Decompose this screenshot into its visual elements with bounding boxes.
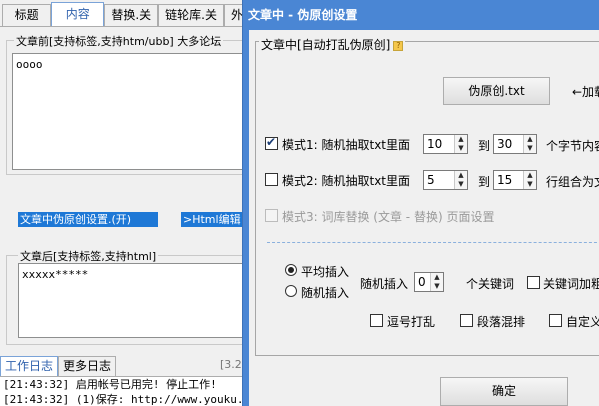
paragraph-mix-checkbox[interactable] bbox=[460, 314, 473, 327]
help-icon[interactable]: ? bbox=[393, 40, 404, 51]
chevron-down-icon[interactable]: ▼ bbox=[455, 180, 467, 189]
keyword-count-value: 0 bbox=[418, 275, 426, 289]
stepper-arrows[interactable]: ▲ ▼ bbox=[523, 171, 536, 189]
log-tabbar: 工作日志 更多日志 bbox=[0, 356, 117, 376]
mode1-from-stepper[interactable]: 10 ▲ ▼ bbox=[423, 134, 468, 154]
section-divider bbox=[267, 242, 599, 243]
log-line: [21:43:32] (1)保存: http://www.youku.co bbox=[3, 393, 250, 406]
radio-average-insert[interactable] bbox=[285, 264, 297, 276]
paragraph-mix-label: 段落混排 bbox=[477, 315, 526, 329]
dialog-title[interactable]: 文章中 - 伪原创设置 bbox=[243, 0, 599, 30]
mode1-from-value: 10 bbox=[427, 137, 443, 151]
version-label: [3.2 bbox=[220, 358, 242, 371]
chevron-down-icon[interactable]: ▼ bbox=[431, 282, 443, 291]
custom-label: 自定义 bbox=[566, 315, 599, 329]
ok-button[interactable]: 确定 bbox=[440, 377, 568, 406]
mode1-to-label: 到 bbox=[478, 139, 491, 153]
fieldset-legend-text: 文章中[自动打乱伪原创] bbox=[261, 38, 391, 52]
chevron-up-icon[interactable]: ▲ bbox=[524, 171, 536, 180]
dialog-body: 文章中[自动打乱伪原创]? 伪原创.txt ←加载 模式1: 随机抽取txt里面… bbox=[243, 30, 599, 406]
chevron-up-icon[interactable]: ▲ bbox=[431, 273, 443, 282]
mode2-from-value: 5 bbox=[427, 173, 435, 187]
mode1-to-stepper[interactable]: 30 ▲ ▼ bbox=[493, 134, 537, 154]
mode3-checkbox[interactable] bbox=[265, 209, 278, 222]
before-article-label: 文章前[支持标签,支持htm/ubb] 大多论坛 bbox=[14, 33, 224, 49]
chevron-down-icon[interactable]: ▼ bbox=[455, 144, 467, 153]
tab-replace[interactable]: 替换.关 bbox=[104, 4, 159, 26]
load-hint-label: ←加载 bbox=[572, 85, 599, 99]
load-file-button[interactable]: 伪原创.txt bbox=[443, 77, 550, 105]
tab-title[interactable]: 标题 bbox=[2, 4, 52, 26]
before-article-textarea[interactable]: oooo bbox=[12, 53, 250, 170]
keyword-bold-label: 关键词加粗 bbox=[543, 277, 599, 291]
random-insert-label: 随机插入 bbox=[360, 277, 409, 291]
custom-checkbox[interactable] bbox=[549, 314, 562, 327]
comma-shuffle-checkbox[interactable] bbox=[370, 314, 383, 327]
radio-random-insert[interactable] bbox=[285, 285, 297, 297]
mode2-to-value: 15 bbox=[497, 173, 513, 187]
log-list: [21:43:32] 启用帐号已用完! 停止工作! [21:43:32] (1)… bbox=[0, 376, 250, 406]
content-tabbar: 标题 内容 替换.关 链轮库.关 外 bbox=[0, 2, 250, 26]
radio-average-label: 平均插入 bbox=[301, 265, 350, 279]
chevron-up-icon[interactable]: ▲ bbox=[455, 171, 467, 180]
tab-divider bbox=[0, 26, 250, 27]
stepper-arrows[interactable]: ▲ ▼ bbox=[430, 273, 443, 291]
mode1-suffix-label: 个字节内容 bbox=[546, 139, 599, 153]
mode1-checkbox[interactable] bbox=[265, 135, 278, 150]
keyword-count-stepper[interactable]: 0 ▲ ▼ bbox=[414, 272, 444, 292]
main-window-background: 标题 内容 替换.关 链轮库.关 外 文章前[支持标签,支持htm/ubb] 大… bbox=[0, 0, 250, 406]
mode3-label: 模式3: 词库替换 (文章 - 替换) 页面设置 bbox=[282, 210, 495, 224]
radio-random-label: 随机插入 bbox=[301, 286, 350, 300]
mode2-label: 模式2: 随机抽取txt里面 bbox=[282, 174, 411, 188]
mode2-checkbox[interactable] bbox=[265, 173, 278, 186]
chevron-down-icon[interactable]: ▼ bbox=[524, 180, 536, 189]
after-article-label: 文章后[支持标签,支持html] bbox=[18, 248, 159, 264]
html-editor-button[interactable]: >Html编辑 bbox=[181, 212, 250, 227]
mode2-to-stepper[interactable]: 15 ▲ ▼ bbox=[493, 170, 537, 190]
tab-more-log[interactable]: 更多日志 bbox=[58, 356, 117, 376]
stepper-arrows[interactable]: ▲ ▼ bbox=[454, 135, 467, 153]
keyword-bold-checkbox[interactable] bbox=[527, 276, 540, 289]
log-line: [21:43:32] 启用帐号已用完! 停止工作! bbox=[3, 378, 217, 391]
tab-content[interactable]: 内容 bbox=[51, 2, 105, 26]
stepper-arrows[interactable]: ▲ ▼ bbox=[454, 171, 467, 189]
chevron-down-icon[interactable]: ▼ bbox=[524, 144, 536, 153]
chevron-up-icon[interactable]: ▲ bbox=[524, 135, 536, 144]
mode2-suffix-label: 行组合为文 bbox=[546, 175, 599, 189]
pseudo-original-dialog: 文章中 - 伪原创设置 文章中[自动打乱伪原创]? 伪原创.txt ←加载 模式… bbox=[242, 0, 599, 406]
mode1-to-value: 30 bbox=[497, 137, 513, 151]
comma-shuffle-label: 逗号打乱 bbox=[387, 315, 436, 329]
mode2-from-stepper[interactable]: 5 ▲ ▼ bbox=[423, 170, 468, 190]
mode2-to-label: 到 bbox=[478, 175, 491, 189]
tab-linkwheel[interactable]: 链轮库.关 bbox=[158, 4, 224, 26]
pseudo-original-settings-button[interactable]: 文章中伪原创设置.(开) bbox=[18, 212, 158, 227]
chevron-up-icon[interactable]: ▲ bbox=[455, 135, 467, 144]
fieldset-legend: 文章中[自动打乱伪原创]? bbox=[259, 36, 406, 53]
stepper-arrows[interactable]: ▲ ▼ bbox=[523, 135, 536, 153]
after-article-textarea[interactable]: xxxxx***** bbox=[18, 263, 250, 338]
keyword-unit-label: 个关键词 bbox=[466, 277, 515, 291]
tab-work-log[interactable]: 工作日志 bbox=[0, 356, 59, 376]
mode1-label: 模式1: 随机抽取txt里面 bbox=[282, 138, 411, 152]
